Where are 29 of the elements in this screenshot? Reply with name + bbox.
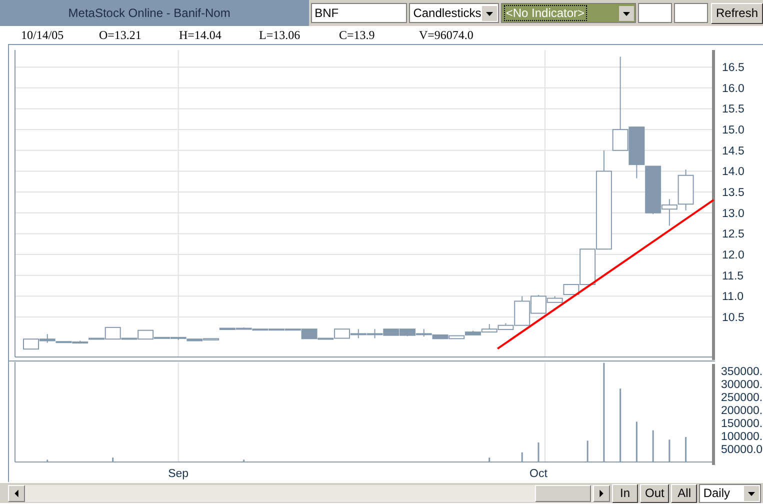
axis-label: 16.0 — [722, 82, 744, 95]
close-price: C=13.9 — [339, 28, 376, 42]
axis-label: Oct — [530, 468, 548, 480]
volume-value: V=96074.0 — [419, 28, 474, 42]
quote-date: 10/14/05 — [21, 28, 65, 42]
axis-label: 16.5 — [722, 62, 744, 74]
open-price: O=13.21 — [99, 28, 142, 42]
axis-label: 300000. — [721, 378, 763, 391]
axis-label: Sep — [168, 468, 189, 480]
axis-label: 15.5 — [722, 104, 744, 116]
axis-label: 12.0 — [722, 250, 744, 262]
axis-label: 14.5 — [722, 145, 744, 158]
axis-label: 10.5 — [722, 312, 744, 324]
axis-label: 13.5 — [722, 187, 744, 200]
axis-label: 100000. — [721, 430, 763, 443]
axis-label: 11.5 — [722, 270, 744, 282]
axis-label: 12.5 — [722, 228, 744, 241]
axis-label: 350000. — [721, 366, 763, 378]
axis-label: 150000. — [721, 418, 763, 430]
axis-label: 14.0 — [722, 166, 744, 178]
axis-label: 15.0 — [722, 124, 744, 137]
axis-label: 250000. — [721, 392, 763, 404]
axis-label: 50000.0 — [721, 444, 763, 456]
axis-label: 11.0 — [722, 291, 744, 304]
low-price: L=13.06 — [259, 28, 302, 42]
axis-label: 200000. — [721, 404, 763, 417]
axis-label: 13.0 — [722, 208, 744, 220]
window-title: MetaStock Online - Banif-Nom — [0, 0, 309, 26]
high-price: H=14.04 — [179, 28, 222, 42]
